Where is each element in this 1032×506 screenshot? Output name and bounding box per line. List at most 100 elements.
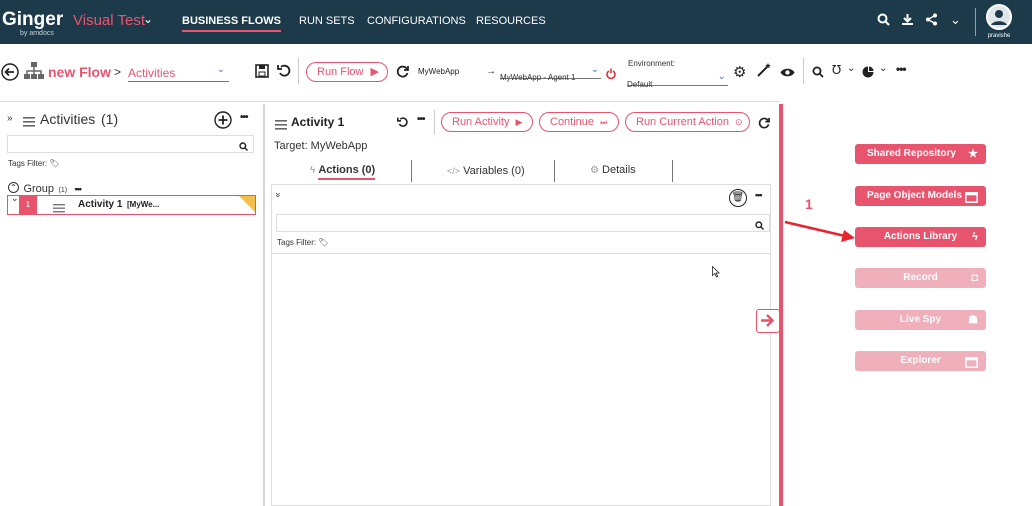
- nav-resources[interactable]: RESOURCES: [476, 15, 546, 27]
- tab-variables-label: Variables (0): [463, 165, 525, 177]
- divider: [272, 253, 770, 254]
- back-icon[interactable]: [1, 63, 19, 86]
- tag-icon: 🏷: [318, 238, 329, 247]
- arrow-right-icon: →: [486, 66, 496, 77]
- flow-name[interactable]: new Flow: [48, 64, 111, 80]
- undo-icon[interactable]: [277, 63, 292, 83]
- environment-value: Default: [627, 80, 653, 89]
- search-icon: [755, 217, 764, 235]
- run-flow-button[interactable]: Run Flow ▶: [306, 62, 388, 82]
- actions-tags-filter[interactable]: Tags Filter: 🏷: [277, 238, 329, 247]
- divider: [975, 8, 976, 36]
- app-name[interactable]: Visual Test: [73, 12, 145, 29]
- divider: [411, 160, 412, 182]
- more-options-icon[interactable]: •••: [417, 114, 425, 125]
- ginger-logo: Ginger: [2, 9, 64, 30]
- group-name: Group: [23, 183, 55, 195]
- undo-icon[interactable]: [397, 115, 409, 133]
- activity-row[interactable]: ⌄ 1 Activity 1 [MyWe...: [7, 193, 256, 218]
- live-spy-button[interactable]: Live Spy ☗: [855, 310, 986, 330]
- chevron-down-icon[interactable]: ⌄: [950, 12, 961, 28]
- nav-business-flows[interactable]: BUSINESS FLOWS: [182, 15, 282, 32]
- page-object-models-button[interactable]: Page Object Models: [855, 186, 986, 206]
- activity-target: [MyWe...: [127, 200, 160, 209]
- more-options-icon[interactable]: •••: [75, 184, 83, 194]
- nav-run-sets[interactable]: RUN SETS: [299, 15, 355, 27]
- collapse-all-icon[interactable]: »: [7, 113, 13, 124]
- bolt-icon: ϟ: [310, 165, 316, 176]
- expand-panel-button[interactable]: [756, 309, 780, 333]
- toolbar-divider: [0, 101, 780, 102]
- list-icon: [23, 114, 35, 132]
- star-icon: ★: [968, 148, 978, 160]
- activity-label: Activity 1: [78, 199, 123, 210]
- run-activity-button[interactable]: Run Activity ▶: [441, 112, 533, 132]
- record-label: Record: [903, 272, 938, 283]
- record-button[interactable]: Record ◘: [855, 268, 986, 288]
- run-current-action-button[interactable]: Run Current Action ⊙: [625, 112, 750, 132]
- share-icon[interactable]: [925, 13, 938, 29]
- search-icon[interactable]: [812, 65, 824, 83]
- nav-configurations[interactable]: CONFIGURATIONS: [367, 15, 466, 27]
- magic-wand-icon[interactable]: [757, 63, 771, 82]
- activity-number: 1: [19, 196, 37, 214]
- page-object-models-label: Page Object Models: [867, 190, 963, 201]
- power-icon[interactable]: [606, 66, 616, 84]
- tab-actions[interactable]: ϟ Actions (0): [310, 164, 376, 180]
- save-icon[interactable]: [255, 64, 269, 83]
- activities-count: (1): [101, 111, 119, 127]
- activities-search-input[interactable]: [7, 135, 254, 153]
- tags-filter[interactable]: Tags Filter: 🏷: [8, 159, 60, 168]
- fast-forward-icon: ⏭: [600, 118, 608, 127]
- tab-variables[interactable]: </> Variables (0): [447, 165, 525, 177]
- environment-select[interactable]: Default ⌄: [627, 71, 728, 89]
- collapse-group-icon[interactable]: ⌃: [8, 182, 19, 194]
- refresh-icon[interactable]: [396, 65, 409, 83]
- panel-splitter[interactable]: [263, 104, 265, 506]
- stethoscope-icon[interactable]: ℧: [832, 63, 841, 77]
- agent-select[interactable]: MyWebApp - Agent 1 ⌄: [500, 64, 601, 82]
- divider: [434, 110, 435, 134]
- run-flow-label: Run Flow: [317, 66, 364, 78]
- flow-hierarchy-icon: [24, 62, 44, 85]
- continue-button[interactable]: Continue ⏭: [539, 112, 619, 132]
- tab-details[interactable]: ⚙ Details: [590, 164, 636, 176]
- group-count: (1): [58, 187, 68, 194]
- add-activity-icon[interactable]: [214, 111, 232, 134]
- agent-select-value: MyWebApp - Agent 1: [500, 73, 576, 82]
- delete-all-icon[interactable]: 🗑: [729, 189, 747, 207]
- more-options-icon[interactable]: •••: [755, 190, 763, 200]
- panel-splitter[interactable]: [779, 104, 783, 506]
- download-icon[interactable]: [901, 13, 914, 29]
- search-icon: [239, 138, 248, 156]
- gear-icon[interactable]: ⚙: [733, 63, 746, 81]
- environment-label: Environment:: [628, 59, 676, 68]
- chevron-down-icon[interactable]: ⌄: [143, 12, 153, 26]
- top-navigation-bar: Ginger by amdocs Visual Test ⌄ BUSINESS …: [0, 0, 1032, 44]
- more-options-icon[interactable]: •••: [240, 112, 248, 123]
- explorer-button[interactable]: Explorer: [855, 351, 986, 371]
- code-icon: </>: [447, 166, 461, 176]
- view-select-value: Activities: [128, 66, 176, 80]
- actions-search-input[interactable]: [276, 214, 770, 232]
- window-icon: [965, 190, 978, 210]
- chevron-down-icon[interactable]: ⌄: [847, 63, 855, 74]
- search-icon[interactable]: [877, 13, 890, 29]
- explorer-label: Explorer: [900, 355, 941, 366]
- chevron-down-icon[interactable]: ⌄: [11, 193, 19, 204]
- view-select[interactable]: Activities ⌄: [128, 64, 229, 82]
- more-options-icon[interactable]: •••: [896, 62, 907, 76]
- refresh-icon[interactable]: [758, 116, 770, 134]
- chevron-down-icon[interactable]: ⌄: [879, 63, 887, 74]
- activity-target-app: Target: MyWebApp: [274, 140, 368, 152]
- run-current-action-label: Run Current Action: [636, 116, 729, 128]
- avatar[interactable]: [986, 4, 1012, 30]
- actions-library-button[interactable]: Actions Library ϟ: [855, 227, 986, 247]
- expand-all-icon[interactable]: »: [274, 192, 284, 197]
- eye-icon[interactable]: [780, 65, 795, 83]
- drag-handle-icon[interactable]: [53, 200, 65, 218]
- shared-repository-label: Shared Repository: [867, 148, 956, 159]
- pie-chart-icon[interactable]: [862, 65, 874, 83]
- shared-repository-button[interactable]: Shared Repository ★: [855, 144, 986, 164]
- spy-icon: ☗: [968, 314, 978, 326]
